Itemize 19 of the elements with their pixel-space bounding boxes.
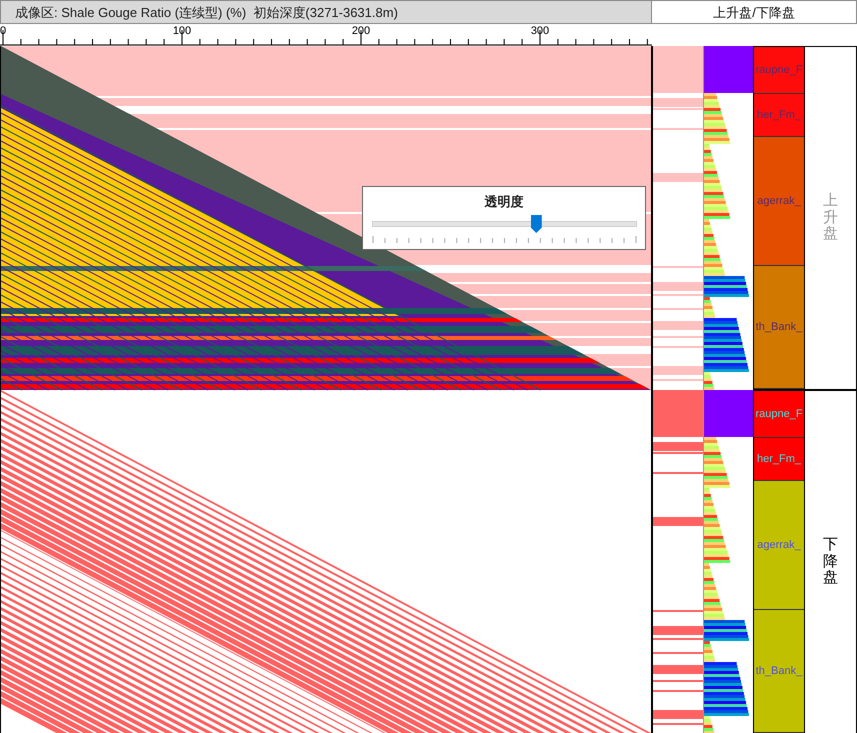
formation-block: agerrak_ — [754, 137, 804, 266]
formation-block: th_Bank_ — [754, 266, 804, 390]
axis-label: 100 — [172, 25, 192, 37]
side-header: 上升盘/下降盘 — [652, 0, 857, 24]
block-label: 上升盘 — [823, 193, 838, 243]
slider-thumb[interactable] — [530, 215, 542, 233]
formation-block: th_Bank_ — [754, 610, 804, 733]
axis-label: 300 — [530, 25, 550, 37]
block-label: 下降盘 — [823, 537, 838, 587]
slider-title: 透明度 — [484, 193, 524, 211]
formation-block: her_Fm_ — [754, 438, 804, 482]
axis-label: 0 — [0, 25, 6, 37]
formation-block: raupne_F — [754, 47, 804, 94]
axis-label: 200 — [352, 25, 370, 37]
formation-block: her_Fm_ — [754, 94, 804, 138]
formation-block: raupne_F — [754, 391, 804, 438]
slider-track[interactable] — [372, 215, 636, 233]
formation-block: agerrak_ — [754, 481, 804, 610]
title-bar: 成像区: Shale Gouge Ratio (连续型) (%) 初始深度(3271-3631.8m) — [0, 0, 652, 24]
